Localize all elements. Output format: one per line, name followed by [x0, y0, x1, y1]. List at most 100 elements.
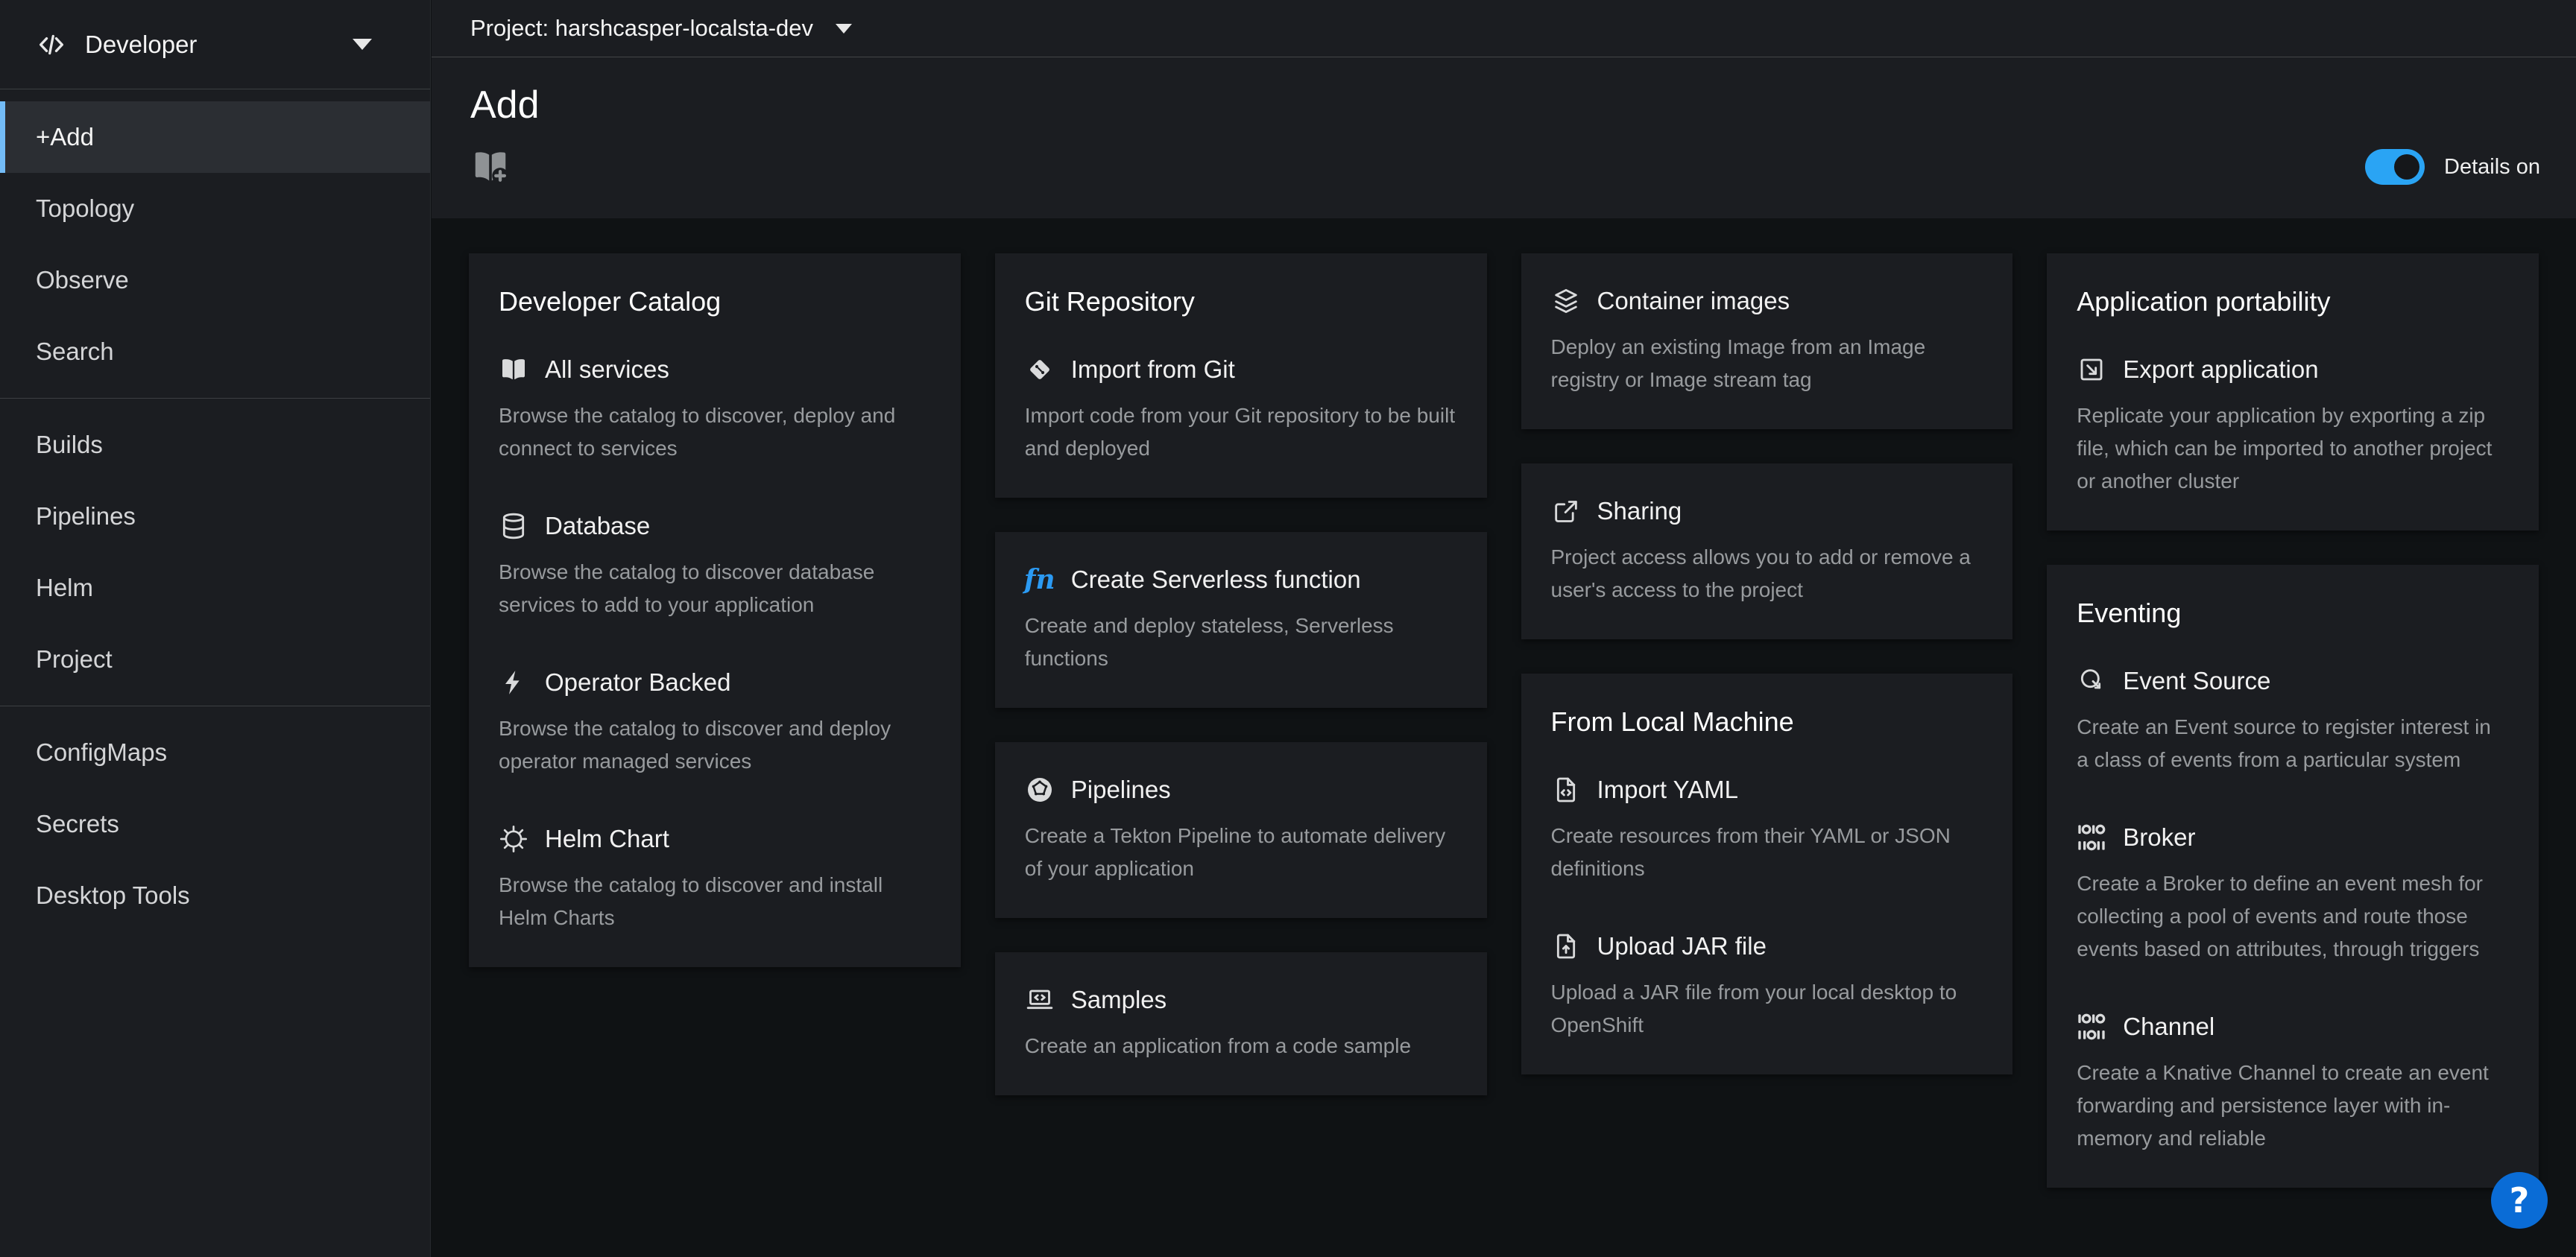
card-eventing: Eventing Event Source [2047, 565, 2539, 1188]
add-item-operator-backed[interactable]: Operator Backed Browse the catalog to di… [499, 668, 931, 778]
card-from-local-machine: From Local Machine Import YAML [1521, 674, 2013, 1074]
item-title[interactable]: Create Serverless function [1071, 566, 1361, 594]
card-sharing: Sharing Project access allows you to add… [1521, 463, 2013, 639]
add-item-database[interactable]: Database Browse the catalog to discover … [499, 511, 931, 621]
item-title[interactable]: Pipelines [1071, 776, 1171, 804]
item-title[interactable]: All services [545, 355, 669, 384]
card-samples: Samples Create an application from a cod… [995, 952, 1487, 1095]
add-item-export-application[interactable]: Export application Replicate your applic… [2077, 355, 2509, 498]
item-description: Create resources from their YAML or JSON… [1551, 820, 1982, 885]
question-mark-icon: ? [2510, 1180, 2530, 1220]
laptop-code-icon [1025, 985, 1055, 1015]
add-item-broker[interactable]: Broker Create a Broker to define an even… [2077, 823, 2509, 966]
item-description: Browse the catalog to discover, deploy a… [499, 399, 929, 465]
item-title[interactable]: Import YAML [1597, 776, 1739, 804]
card-container-images: Container images Deploy an existing Imag… [1521, 253, 2013, 429]
project-bar: Project: harshcasper-localsta-dev [432, 0, 2576, 57]
add-options-grid: Developer Catalog All services Bro [432, 218, 2576, 1257]
export-icon [2077, 355, 2106, 384]
sidebar-item-project[interactable]: Project [0, 624, 430, 695]
item-description: Create an application from a code sample [1025, 1030, 1456, 1063]
sidebar-item-observe[interactable]: Observe [0, 244, 430, 316]
item-title[interactable]: Helm Chart [545, 825, 669, 853]
sidebar-item-add[interactable]: +Add [0, 101, 430, 173]
item-description: Create an Event source to register inter… [2077, 711, 2507, 776]
book-plus-icon[interactable] [470, 147, 511, 187]
perspective-switcher[interactable]: Developer [0, 0, 430, 89]
grid-column-4: Application portability Export applicati… [2047, 253, 2539, 1188]
card-git-repository: Git Repository Import [995, 253, 1487, 498]
add-item-import-from-git[interactable]: Import from Git Import code from your Gi… [1025, 355, 1457, 465]
item-description: Create a Broker to define an event mesh … [2077, 867, 2507, 966]
add-item-pipelines[interactable]: Pipelines Create a Tekton Pipeline to au… [1025, 775, 1457, 885]
item-description: Upload a JAR file from your local deskto… [1551, 976, 1982, 1042]
card-pipelines: Pipelines Create a Tekton Pipeline to au… [995, 742, 1487, 918]
help-button[interactable]: ? [2491, 1172, 2548, 1229]
sidebar: Developer +Add Topology Observe Search B… [0, 0, 431, 1257]
sidebar-item-secrets[interactable]: Secrets [0, 788, 430, 860]
card-title: Git Repository [1025, 286, 1457, 317]
file-upload-icon [1551, 931, 1581, 961]
item-description: Browse the catalog to discover and insta… [499, 869, 929, 934]
database-icon [499, 511, 528, 541]
grid-column-2: Git Repository Import [995, 253, 1487, 1095]
sidebar-item-configmaps[interactable]: ConfigMaps [0, 717, 430, 788]
item-description: Import code from your Git repository to … [1025, 399, 1456, 465]
item-description: Deploy an existing Image from an Image r… [1551, 331, 1982, 396]
sidebar-item-topology[interactable]: Topology [0, 173, 430, 244]
layers-icon [1551, 286, 1581, 316]
item-title[interactable]: Database [545, 512, 650, 540]
share-icon [1551, 496, 1581, 526]
sidebar-nav: +Add Topology Observe Search Builds Pipe… [0, 89, 430, 931]
item-title[interactable]: Container images [1597, 287, 1790, 315]
toggle-knob [2394, 154, 2419, 180]
broker-binary-icon [2077, 823, 2106, 852]
sidebar-item-desktop-tools[interactable]: Desktop Tools [0, 860, 430, 931]
add-item-all-services[interactable]: All services Browse the catalog to disco… [499, 355, 931, 465]
card-title: Developer Catalog [499, 286, 931, 317]
add-item-channel[interactable]: Channel Create a Knative Channel to crea… [2077, 1012, 2509, 1155]
add-item-samples[interactable]: Samples Create an application from a cod… [1025, 985, 1457, 1063]
add-item-import-yaml[interactable]: Import YAML Create resources from their … [1551, 775, 1983, 885]
item-title[interactable]: Export application [2123, 355, 2318, 384]
details-toggle[interactable] [2365, 149, 2425, 185]
perspective-label: Developer [85, 31, 353, 59]
item-title[interactable]: Upload JAR file [1597, 932, 1767, 960]
helm-wheel-icon [499, 824, 528, 854]
code-perspective-icon [36, 29, 67, 60]
item-title[interactable]: Broker [2123, 823, 2195, 852]
sidebar-item-helm[interactable]: Helm [0, 552, 430, 624]
chevron-down-icon [836, 24, 852, 34]
item-title[interactable]: Operator Backed [545, 668, 730, 697]
item-title[interactable]: Samples [1071, 986, 1167, 1014]
item-description: Create a Knative Channel to create an ev… [2077, 1057, 2507, 1155]
add-item-helm-chart[interactable]: Helm Chart Browse the catalog to discove… [499, 824, 931, 934]
item-description: Replicate your application by exporting … [2077, 399, 2507, 498]
details-toggle-group: Details on [2365, 149, 2540, 185]
sidebar-item-pipelines[interactable]: Pipelines [0, 481, 430, 552]
add-item-sharing[interactable]: Sharing Project access allows you to add… [1551, 496, 1983, 607]
git-icon [1025, 355, 1055, 384]
project-selector[interactable]: Project: harshcasper-localsta-dev [470, 15, 813, 42]
sidebar-item-builds[interactable]: Builds [0, 409, 430, 481]
nav-divider [0, 398, 430, 399]
page-header: Add Details on [432, 57, 2576, 218]
add-item-upload-jar-file[interactable]: Upload JAR file Upload a JAR file from y… [1551, 931, 1983, 1042]
grid-column-3: Container images Deploy an existing Imag… [1521, 253, 2013, 1074]
add-item-container-images[interactable]: Container images Deploy an existing Imag… [1551, 286, 1983, 396]
openshift-console-add-page: Developer +Add Topology Observe Search B… [0, 0, 2576, 1257]
item-title[interactable]: Import from Git [1071, 355, 1235, 384]
lightning-bolt-icon [499, 668, 528, 697]
card-developer-catalog: Developer Catalog All services Bro [469, 253, 961, 967]
channel-binary-icon [2077, 1012, 2106, 1042]
sidebar-item-search[interactable]: Search [0, 316, 430, 387]
add-item-create-serverless-function[interactable]: fn Create Serverless function Create and… [1025, 565, 1457, 675]
add-item-event-source[interactable]: Event Source Create an Event source to r… [2077, 666, 2509, 776]
function-icon: fn [1025, 565, 1055, 595]
item-title[interactable]: Channel [2123, 1013, 2214, 1041]
book-open-icon [499, 355, 528, 384]
item-title[interactable]: Event Source [2123, 667, 2270, 695]
page-title: Add [470, 83, 2540, 127]
item-title[interactable]: Sharing [1597, 497, 1682, 525]
card-serverless-function: fn Create Serverless function Create and… [995, 532, 1487, 708]
